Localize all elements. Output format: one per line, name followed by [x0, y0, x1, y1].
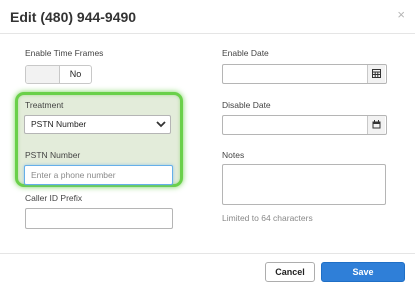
calendar-icon [372, 120, 381, 129]
dialog-header: Edit (480) 944-9490 × [0, 0, 415, 34]
close-icon[interactable]: × [397, 7, 405, 22]
notes-textarea[interactable] [222, 164, 386, 205]
toggle-value: No [69, 69, 82, 79]
enable-time-frames-toggle[interactable]: No [25, 65, 92, 84]
notes-label: Notes [222, 150, 245, 160]
pstn-number-label: PSTN Number [25, 150, 81, 160]
disable-date-field[interactable] [222, 115, 387, 135]
caller-id-prefix-input[interactable] [25, 208, 173, 229]
pstn-number-input[interactable] [24, 165, 173, 185]
treatment-selected-value: PSTN Number [31, 119, 87, 129]
enable-date-field[interactable] [222, 64, 387, 84]
enable-time-frames-label: Enable Time Frames [25, 48, 104, 58]
treatment-select[interactable]: PSTN Number [24, 115, 171, 134]
caller-id-prefix-label: Caller ID Prefix [25, 193, 83, 203]
enable-date-calendar-button[interactable] [367, 65, 385, 83]
chevron-down-icon [156, 121, 166, 128]
disable-date-label: Disable Date [222, 100, 271, 110]
disable-date-calendar-button[interactable] [367, 116, 385, 134]
save-button[interactable]: Save [321, 262, 405, 282]
dialog-title: Edit (480) 944-9490 [10, 9, 137, 25]
calendar-grid-icon [372, 69, 381, 78]
cancel-button[interactable]: Cancel [265, 262, 315, 282]
treatment-label: Treatment [25, 100, 64, 110]
notes-hint: Limited to 64 characters [222, 213, 313, 223]
enable-date-label: Enable Date [222, 48, 269, 58]
toggle-knob [26, 66, 60, 83]
